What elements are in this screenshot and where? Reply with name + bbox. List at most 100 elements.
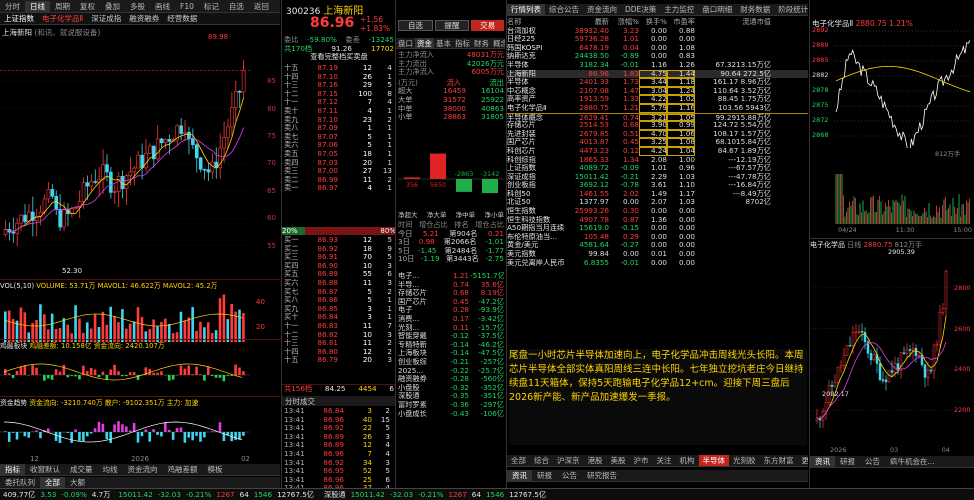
concept-row[interactable]: 小盘成长 -0.43 -106亿	[398, 410, 504, 419]
market-tab-7[interactable]: 阶段统计	[774, 4, 808, 15]
sells-row[interactable]: 卖五 87.05 18 1	[282, 150, 395, 159]
ind-tab-0[interactable]: 指标	[0, 464, 25, 475]
market-row[interactable]: 纳斯达克 24438.50 -0.89 0.00 0.83	[507, 52, 808, 61]
buys-row[interactable]: 买五 86.89 55 6	[282, 270, 395, 279]
fund-tab-1[interactable]: 资金	[415, 37, 434, 49]
toolbar-btn-2[interactable]: 周期	[50, 1, 75, 12]
buys-row[interactable]: 买二 86.92 18 9	[282, 245, 395, 254]
promo-link[interactable]: 疯牛机会在...	[885, 456, 940, 467]
fund-tab-2[interactable]: 基本	[434, 38, 453, 49]
market-tab-5[interactable]: 盘口明细	[698, 4, 736, 15]
sector-tab-10[interactable]: 东方财富	[760, 455, 798, 466]
ind-tab-3[interactable]: 均线	[98, 464, 123, 475]
fund-tab-4[interactable]: 财务	[472, 38, 491, 49]
sells-row[interactable]: 卖三 87.00 27 13	[282, 167, 395, 176]
kmini-tab-2[interactable]: 公告	[860, 456, 885, 467]
buys-row[interactable]: 买九 86.85 3 1	[282, 305, 395, 314]
left-tab-1[interactable]: 深证成指	[87, 13, 125, 24]
market-row[interactable]: 电子化学品Ⅱ 2880.75 1.21 5.79 1.16 103.56 5943亿	[507, 103, 808, 113]
market-row[interactable]: 美元兑离岸人民币 6.8355 -0.01 0.00 0.00	[507, 259, 808, 268]
concept-row[interactable]: 电子 0.28 -93.9亿	[398, 306, 504, 315]
buys-row[interactable]: 十五 86.79 20 3	[282, 356, 395, 365]
sector-tab-7[interactable]: 机构	[676, 455, 699, 466]
sells-row[interactable]: 卖二 86.99 11 2	[282, 176, 395, 185]
market-row[interactable]: A50期指当月连续 15619.0 -0.15 0.00 0.00	[507, 224, 808, 233]
sector-tab-9[interactable]: 光刻胶	[729, 455, 760, 466]
buys-row[interactable]: 十四 86.80 12 2	[282, 348, 395, 357]
market-col-1[interactable]: 最新	[569, 18, 609, 27]
sells-row[interactable]: 卖十 87.11 4 1	[282, 107, 395, 116]
sector-tab-3[interactable]: 港股	[584, 455, 607, 466]
fund-tab-0[interactable]: 盘口	[396, 38, 415, 49]
ind-tab-4[interactable]: 资金流向	[123, 464, 163, 475]
concept-row[interactable]: 半导... 0.74 35.6亿	[398, 281, 504, 290]
sector-tab-1[interactable]: 综合	[530, 455, 553, 466]
queue-tab-1[interactable]: 全部	[40, 477, 65, 488]
buys-row[interactable]: 买七 86.87 5 2	[282, 288, 395, 297]
market-tab-0[interactable]: 行情列表	[507, 4, 545, 15]
buys-row[interactable]: 买四 86.90 10 3	[282, 262, 395, 271]
buys-row[interactable]: 买八 86.86 5 1	[282, 296, 395, 305]
fund-tab-5[interactable]: 概念	[491, 38, 505, 49]
concept-row[interactable]: 国产芯片 0.45 -47.2亿	[398, 298, 504, 307]
market-row[interactable]: 深证成指 15011.42 -0.21 2.29 1.03 ---47.78万亿	[507, 173, 808, 182]
sector-tab-8[interactable]: 半导体	[698, 455, 729, 466]
sells-row[interactable]: 卖八 87.09 1 1	[282, 124, 395, 133]
trade-button[interactable]: 交易	[471, 20, 505, 31]
market-tab-1[interactable]: 综合公告	[545, 4, 583, 15]
market-row[interactable]: 北证50 1377.97 0.00 2.07 1.03 8702亿	[507, 198, 808, 207]
complete-view-link[interactable]: 查看完整档买卖盘	[310, 53, 368, 62]
market-row[interactable]: 布伦特原油当... 105.48 0.29 0.00 0.00	[507, 233, 808, 242]
tick-title[interactable]: 分时成交	[282, 396, 395, 406]
sells-row[interactable]: 卖六 87.06 5 1	[282, 141, 395, 150]
concept-row[interactable]: 富时罗素 -0.36 -297亿	[398, 401, 504, 410]
market-row[interactable]: 中芯概念 2107.08 1.47 3.04 1.24 110.64 3.52万亿	[507, 86, 808, 96]
concept-row[interactable]: 专精特新 -0.14 -46.2亿	[398, 341, 504, 350]
kmini-tab-1[interactable]: 研报	[835, 456, 860, 467]
market-row[interactable]: 创业板指 3692.12 -0.78 3.61 1.10 ---16.84万亿	[507, 181, 808, 190]
market-row[interactable]: 科创综指 1865.33 1.34 2.08 1.00 ---12.19万亿	[507, 156, 808, 165]
toolbar-btn-3[interactable]: 复权	[75, 1, 100, 12]
market-row[interactable]: 上证指数 4089.72 -0.09 1.01 0.96 ---67.57万亿	[507, 164, 808, 173]
concept-row[interactable]: 智能穿戴 -0.12 -37.5亿	[398, 332, 504, 341]
buys-row[interactable]: 买一 86.93 12 5	[282, 236, 395, 245]
toolbar-btn-7[interactable]: F10	[175, 2, 199, 11]
concept-row[interactable]: 电子... 1.21 -5151.7亿	[398, 272, 504, 281]
left-tab-3[interactable]: 融资融券	[125, 13, 163, 24]
sells-row[interactable]: 卖七 87.07 5 1	[282, 133, 395, 142]
toolbar-btn-5[interactable]: 多股	[125, 1, 150, 12]
ind-tab-1[interactable]: 收窗默认	[25, 464, 65, 475]
sector-tab-2[interactable]: 沪深京	[553, 455, 584, 466]
buys-row[interactable]: 买六 86.88 11 3	[282, 279, 395, 288]
buys-row[interactable]: 十三 86.81 11 2	[282, 339, 395, 348]
buys-row[interactable]: 买十 86.84 3 1	[282, 313, 395, 322]
market-col-4[interactable]: 市盈率	[667, 18, 695, 27]
queue-tab-0[interactable]: 委托队列	[0, 477, 40, 488]
toolbar-btn-1[interactable]: 日线	[25, 0, 50, 12]
market-row[interactable]: 日经225 59736.28 1.01 0.00 0.00	[507, 35, 808, 44]
buys-row[interactable]: 十一 86.83 11 7	[282, 322, 395, 331]
concept-row[interactable]: 2025... -0.22 -25.7亿	[398, 367, 504, 376]
news-tab-3[interactable]: 研究报告	[582, 470, 622, 481]
market-row[interactable]: 恒生指数 25993.26 0.30 0.00 0.00	[507, 207, 808, 216]
ind-tab-7[interactable]: 模板	[203, 464, 228, 475]
market-col-3[interactable]: 换手%	[639, 18, 667, 27]
status-11[interactable]: 深股通	[324, 490, 346, 500]
sells-row[interactable]: 十一 87.12 7 4	[282, 98, 395, 107]
market-tab-4[interactable]: 主力监控	[660, 4, 698, 15]
market-row[interactable]: 半导体 3182.34 -0.01 1.16 1.26 67.3213.15万亿	[507, 61, 808, 70]
fund-tab-3[interactable]: 指标	[453, 38, 472, 49]
market-row[interactable]: 先进封装 2679.85 0.51 4.70 1.06 108.17 1.57万亿	[507, 129, 808, 139]
market-tab-6[interactable]: 财务数据	[736, 4, 774, 15]
news-tab-1[interactable]: 研报	[532, 470, 557, 481]
news-tab-2[interactable]: 公告	[557, 470, 582, 481]
concept-row[interactable]: 光刻... 0.11 -15.7亿	[398, 324, 504, 333]
toolbar-btn-0[interactable]: 分时	[0, 1, 25, 12]
left-tab-4[interactable]: 经营数据	[163, 13, 201, 24]
toolbar-btn-4[interactable]: 叠加	[100, 1, 125, 12]
market-row[interactable]: 黄金/美元 4581.64 -0.27 0.00 0.00	[507, 241, 808, 250]
concept-row[interactable]: 存储芯片 0.68 8.19亿	[398, 289, 504, 298]
news-tab-0[interactable]: 资讯	[507, 470, 532, 481]
market-row[interactable]: 美元指数 99.84 0.00 0.01 0.00	[507, 250, 808, 259]
toolbar-btn-10[interactable]: 自选	[224, 1, 249, 12]
